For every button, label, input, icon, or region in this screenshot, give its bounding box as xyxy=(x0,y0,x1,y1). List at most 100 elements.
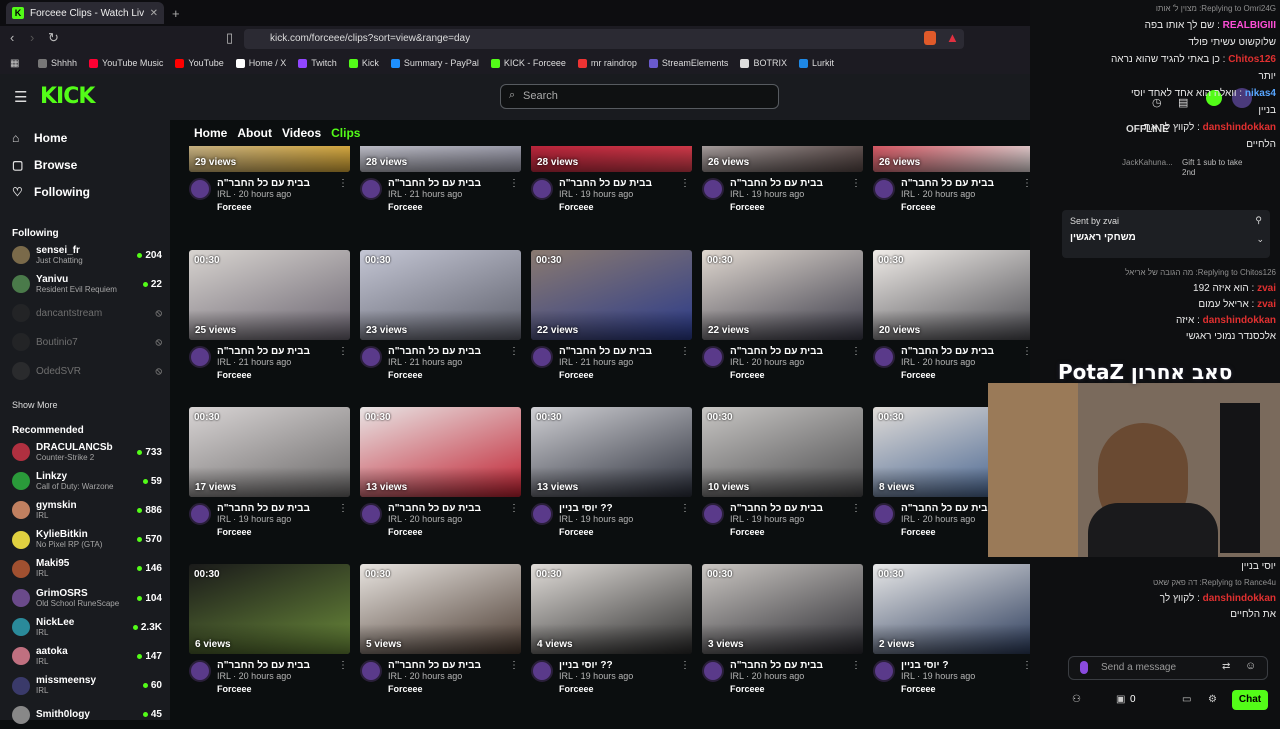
rewards-icon[interactable]: ▲ xyxy=(946,30,959,45)
clip-channel[interactable]: Forceee xyxy=(559,202,674,212)
clip-card[interactable]: 00:30 22 views בבית עם כל החבר"ה IRL · 20 h… xyxy=(702,250,863,380)
more-options-icon[interactable]: ⋮ xyxy=(680,660,690,694)
clip-channel[interactable]: Forceee xyxy=(217,684,332,694)
bookmark-item[interactable]: mr raindrop xyxy=(577,58,637,68)
clip-title[interactable]: בבית עם כל החבר"ה xyxy=(217,178,332,189)
clip-card[interactable]: 29 views בבית עם כל החבר"ה IRL · 20 hours … xyxy=(189,146,350,212)
creator-avatar[interactable] xyxy=(873,503,895,525)
more-options-icon[interactable]: ⋮ xyxy=(680,178,690,212)
pinned-message[interactable]: Sent by zvai משחקי ראגשין ⚲ ⌄ xyxy=(1062,210,1270,258)
clip-title[interactable]: ? יוסי בניין xyxy=(901,660,1016,671)
sidebar-channel[interactable]: Linkzy Call of Duty: Warzone 59 xyxy=(12,467,162,495)
tab-home[interactable]: Home xyxy=(194,126,227,140)
clip-channel[interactable]: Forceee xyxy=(388,370,503,380)
more-options-icon[interactable]: ⋮ xyxy=(338,346,348,380)
tab-about[interactable]: About xyxy=(237,126,272,140)
clip-card[interactable]: 00:30 10 views בבית עם כל החבר"ה IRL · 19 h… xyxy=(702,407,863,537)
more-options-icon[interactable]: ⋮ xyxy=(509,660,519,694)
clip-channel[interactable]: Forceee xyxy=(388,527,503,537)
clip-card[interactable]: 28 views בבית עם כל החבר"ה IRL · 19 hours … xyxy=(531,146,692,212)
clip-thumbnail[interactable]: 00:30 13 views xyxy=(360,407,521,497)
bookmark-icon[interactable]: ▯ xyxy=(226,30,233,46)
clip-title[interactable]: בבית עם כל החבר"ה xyxy=(901,178,1016,189)
clip-title[interactable]: בבית עם כל החבר"ה xyxy=(388,346,503,357)
clip-card[interactable]: 00:30 4 views ?? יוסי בניין IRL · 19 hours … xyxy=(531,564,692,694)
bookmark-item[interactable]: Twitch xyxy=(298,58,337,68)
clip-title[interactable]: בבית עם כל החבר"ה xyxy=(388,660,503,671)
tab-clips[interactable]: Clips xyxy=(331,126,360,140)
brave-shield-icon[interactable] xyxy=(924,31,936,45)
more-options-icon[interactable]: ⋮ xyxy=(680,346,690,380)
sidebar-channel[interactable]: dancantstream ⦸ xyxy=(12,299,162,327)
apps-grid-icon[interactable]: ▦ xyxy=(10,58,19,69)
creator-avatar[interactable] xyxy=(360,346,382,368)
close-tab-icon[interactable]: ✕ xyxy=(150,8,158,19)
clip-thumbnail[interactable]: 00:30 6 views xyxy=(189,564,350,654)
clip-card[interactable]: 00:30 17 views בבית עם כל החבר"ה IRL · 19 h… xyxy=(189,407,350,537)
clip-channel[interactable]: Forceee xyxy=(901,202,1016,212)
chat-send-button[interactable]: Chat xyxy=(1232,690,1268,710)
translate-icon[interactable]: ⇄ xyxy=(1222,661,1230,672)
chat-username[interactable]: zvai xyxy=(1257,299,1276,310)
clip-thumbnail[interactable]: 00:30 25 views xyxy=(189,250,350,340)
bookmark-item[interactable]: Summary - PayPal xyxy=(390,58,479,68)
more-options-icon[interactable]: ⋮ xyxy=(338,660,348,694)
clip-channel[interactable]: Forceee xyxy=(901,684,1016,694)
clip-card[interactable]: 00:30 13 views בבית עם כל החבר"ה IRL · 20 h… xyxy=(360,407,521,537)
clip-title[interactable]: בבית עם כל החבר"ה xyxy=(559,346,674,357)
more-options-icon[interactable]: ⋮ xyxy=(851,346,861,380)
sidebar-channel[interactable]: Yanivu Resident Evil Requiem 22 xyxy=(12,270,162,298)
back-icon[interactable]: ‹ xyxy=(10,30,14,45)
more-options-icon[interactable]: ⋮ xyxy=(338,503,348,537)
more-options-icon[interactable]: ⋮ xyxy=(509,346,519,380)
clip-title[interactable]: בבית עם כל החבר"ה xyxy=(217,660,332,671)
clip-card[interactable]: 00:30 3 views בבית עם כל החבר"ה IRL · 20 ho… xyxy=(702,564,863,694)
show-more-link[interactable]: Show More xyxy=(12,400,58,410)
clip-thumbnail[interactable]: 29 views xyxy=(189,146,350,172)
sidebar-channel[interactable]: missmeensy IRL 60 xyxy=(12,672,162,700)
sidebar-channel[interactable]: sensei_fr Just Chatting 204 xyxy=(12,241,162,269)
reload-icon[interactable]: ↻ xyxy=(48,30,59,46)
creator-avatar[interactable] xyxy=(873,178,895,200)
chat-username[interactable]: nikas4 xyxy=(1245,88,1276,99)
kick-logo[interactable]: KICK xyxy=(40,84,95,109)
sidebar-channel[interactable]: aatoka IRL 147 xyxy=(12,642,162,670)
clip-title[interactable]: בבית עם כל החבר"ה xyxy=(388,178,503,189)
more-options-icon[interactable]: ⋮ xyxy=(338,178,348,212)
creator-avatar[interactable] xyxy=(702,660,724,682)
clip-card[interactable]: 00:30 23 views בבית עם כל החבר"ה IRL · 21 h… xyxy=(360,250,521,380)
url-field[interactable]: kick.com/forceee/clips?sort=view&range=d… xyxy=(244,29,964,49)
sidebar-nav-browse[interactable]: ▢ Browse xyxy=(12,158,77,172)
bookmark-item[interactable]: StreamElements xyxy=(648,58,728,68)
creator-avatar[interactable] xyxy=(873,346,895,368)
creator-avatar[interactable] xyxy=(531,660,553,682)
creator-avatar[interactable] xyxy=(531,346,553,368)
bookmark-item[interactable]: Lurkit xyxy=(798,58,834,68)
clip-thumbnail[interactable]: 00:30 4 views xyxy=(531,564,692,654)
sidebar-channel[interactable]: Maki95 IRL 146 xyxy=(12,555,162,583)
loyalty-icon[interactable]: ⚇ xyxy=(1072,694,1081,705)
clip-card[interactable]: 00:30 2 views ? יוסי בניין IRL · 19 hours a… xyxy=(873,564,1034,694)
clip-thumbnail[interactable]: 00:30 2 views xyxy=(873,564,1034,654)
sidebar-channel[interactable]: Smith0logy 45 xyxy=(12,701,162,729)
clip-thumbnail[interactable]: 26 views xyxy=(873,146,1034,172)
sidebar-channel[interactable]: NickLee IRL 2.3K xyxy=(12,613,162,641)
clip-title[interactable]: בבית עם כל החבר"ה xyxy=(388,503,503,514)
sidebar-channel[interactable]: DRACULANCSb Counter-Strike 2 733 xyxy=(12,438,162,466)
sidebar-nav-following[interactable]: ♡ Following xyxy=(12,185,90,199)
clip-card[interactable]: 26 views בבית עם כל החבר"ה IRL · 20 hours … xyxy=(873,146,1034,212)
chat-username[interactable]: zvai xyxy=(1257,283,1276,294)
emoji-icon[interactable]: ☺ xyxy=(1245,660,1256,672)
clip-channel[interactable]: Forceee xyxy=(217,370,332,380)
settings-gear-icon[interactable]: ⚙ xyxy=(1208,694,1217,705)
creator-avatar[interactable] xyxy=(873,660,895,682)
clip-title[interactable]: בבית עם כל החבר"ה xyxy=(559,178,674,189)
sidebar-channel[interactable]: OdedSVR ⦸ xyxy=(12,357,162,385)
clip-channel[interactable]: Forceee xyxy=(388,202,503,212)
clip-title[interactable]: ?? יוסי בניין xyxy=(559,503,674,514)
menu-icon[interactable]: ☰ xyxy=(14,88,27,106)
clip-thumbnail[interactable]: 00:30 22 views xyxy=(702,250,863,340)
creator-avatar[interactable] xyxy=(360,503,382,525)
bookmark-item[interactable]: KICK - Forceee xyxy=(490,58,566,68)
clip-channel[interactable]: Forceee xyxy=(217,527,332,537)
